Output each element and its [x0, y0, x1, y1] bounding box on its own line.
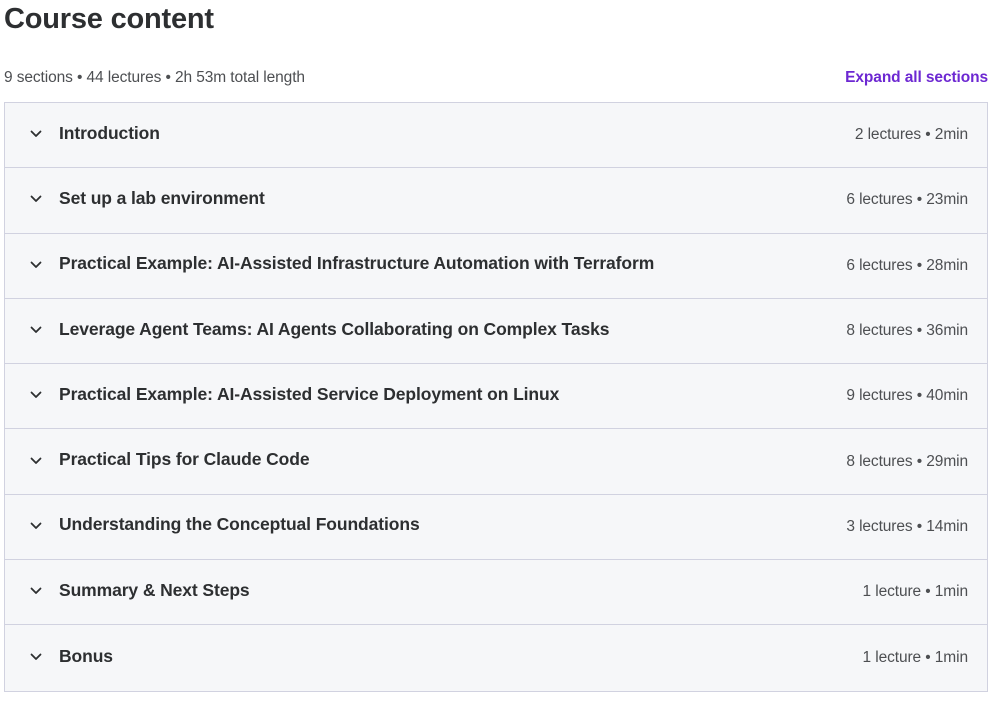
chevron-down-icon[interactable]: [28, 257, 44, 273]
section-meta: 8 lectures • 36min: [846, 322, 968, 340]
section-row-linux-deployment[interactable]: Practical Example: AI-Assisted Service D…: [5, 364, 987, 430]
section-title: Practical Example: AI-Assisted Service D…: [59, 383, 560, 404]
course-summary-text: 9 sections • 44 lectures • 2h 53m total …: [4, 69, 305, 86]
section-row-summary-next-steps[interactable]: Summary & Next Steps 1 lecture • 1min: [5, 560, 987, 626]
page-title: Course content: [4, 3, 214, 35]
section-meta: 6 lectures • 28min: [846, 256, 968, 274]
chevron-down-icon[interactable]: [28, 387, 44, 403]
section-row-terraform[interactable]: Practical Example: AI-Assisted Infrastru…: [5, 233, 987, 299]
section-title: Understanding the Conceptual Foundations: [59, 514, 420, 535]
chevron-down-icon[interactable]: [28, 322, 44, 338]
course-summary-row: 9 sections • 44 lectures • 2h 53m total …: [4, 66, 988, 90]
section-meta: 2 lectures • 2min: [854, 126, 968, 144]
section-meta: 6 lectures • 23min: [846, 191, 968, 209]
section-meta: 1 lecture • 1min: [862, 649, 969, 667]
section-row-lab-environment[interactable]: Set up a lab environment 6 lectures • 23…: [5, 168, 987, 234]
section-row-introduction[interactable]: Introduction 2 lectures • 2min: [5, 103, 987, 169]
course-content-panel: Course content 9 sections • 44 lectures …: [0, 0, 992, 705]
section-title: Summary & Next Steps: [59, 579, 250, 600]
sections-accordion: Introduction 2 lectures • 2min Set up a …: [4, 102, 988, 692]
chevron-down-icon[interactable]: [28, 191, 44, 207]
section-meta: 8 lectures • 29min: [846, 452, 968, 470]
expand-all-sections-button[interactable]: Expand all sections: [845, 69, 988, 87]
section-title: Practical Example: AI-Assisted Infrastru…: [59, 253, 655, 274]
section-meta: 3 lectures • 14min: [846, 517, 968, 535]
section-title: Practical Tips for Claude Code: [59, 449, 310, 470]
section-row-agent-teams[interactable]: Leverage Agent Teams: AI Agents Collabor…: [5, 298, 987, 365]
chevron-down-icon[interactable]: [28, 649, 44, 665]
chevron-down-icon[interactable]: [28, 126, 44, 142]
chevron-down-icon[interactable]: [28, 453, 44, 469]
section-meta: 9 lectures • 40min: [846, 387, 968, 405]
section-row-bonus[interactable]: Bonus 1 lecture • 1min: [5, 625, 987, 691]
section-title: Leverage Agent Teams: AI Agents Collabor…: [59, 318, 610, 339]
section-row-practical-tips[interactable]: Practical Tips for Claude Code 8 lecture…: [5, 429, 987, 495]
section-meta: 1 lecture • 1min: [862, 583, 969, 601]
section-title: Introduction: [59, 122, 160, 143]
chevron-down-icon[interactable]: [28, 583, 44, 599]
section-row-conceptual-foundations[interactable]: Understanding the Conceptual Foundations…: [5, 494, 987, 561]
chevron-down-icon[interactable]: [28, 518, 44, 534]
section-title: Bonus: [59, 645, 113, 666]
section-title: Set up a lab environment: [59, 187, 265, 208]
